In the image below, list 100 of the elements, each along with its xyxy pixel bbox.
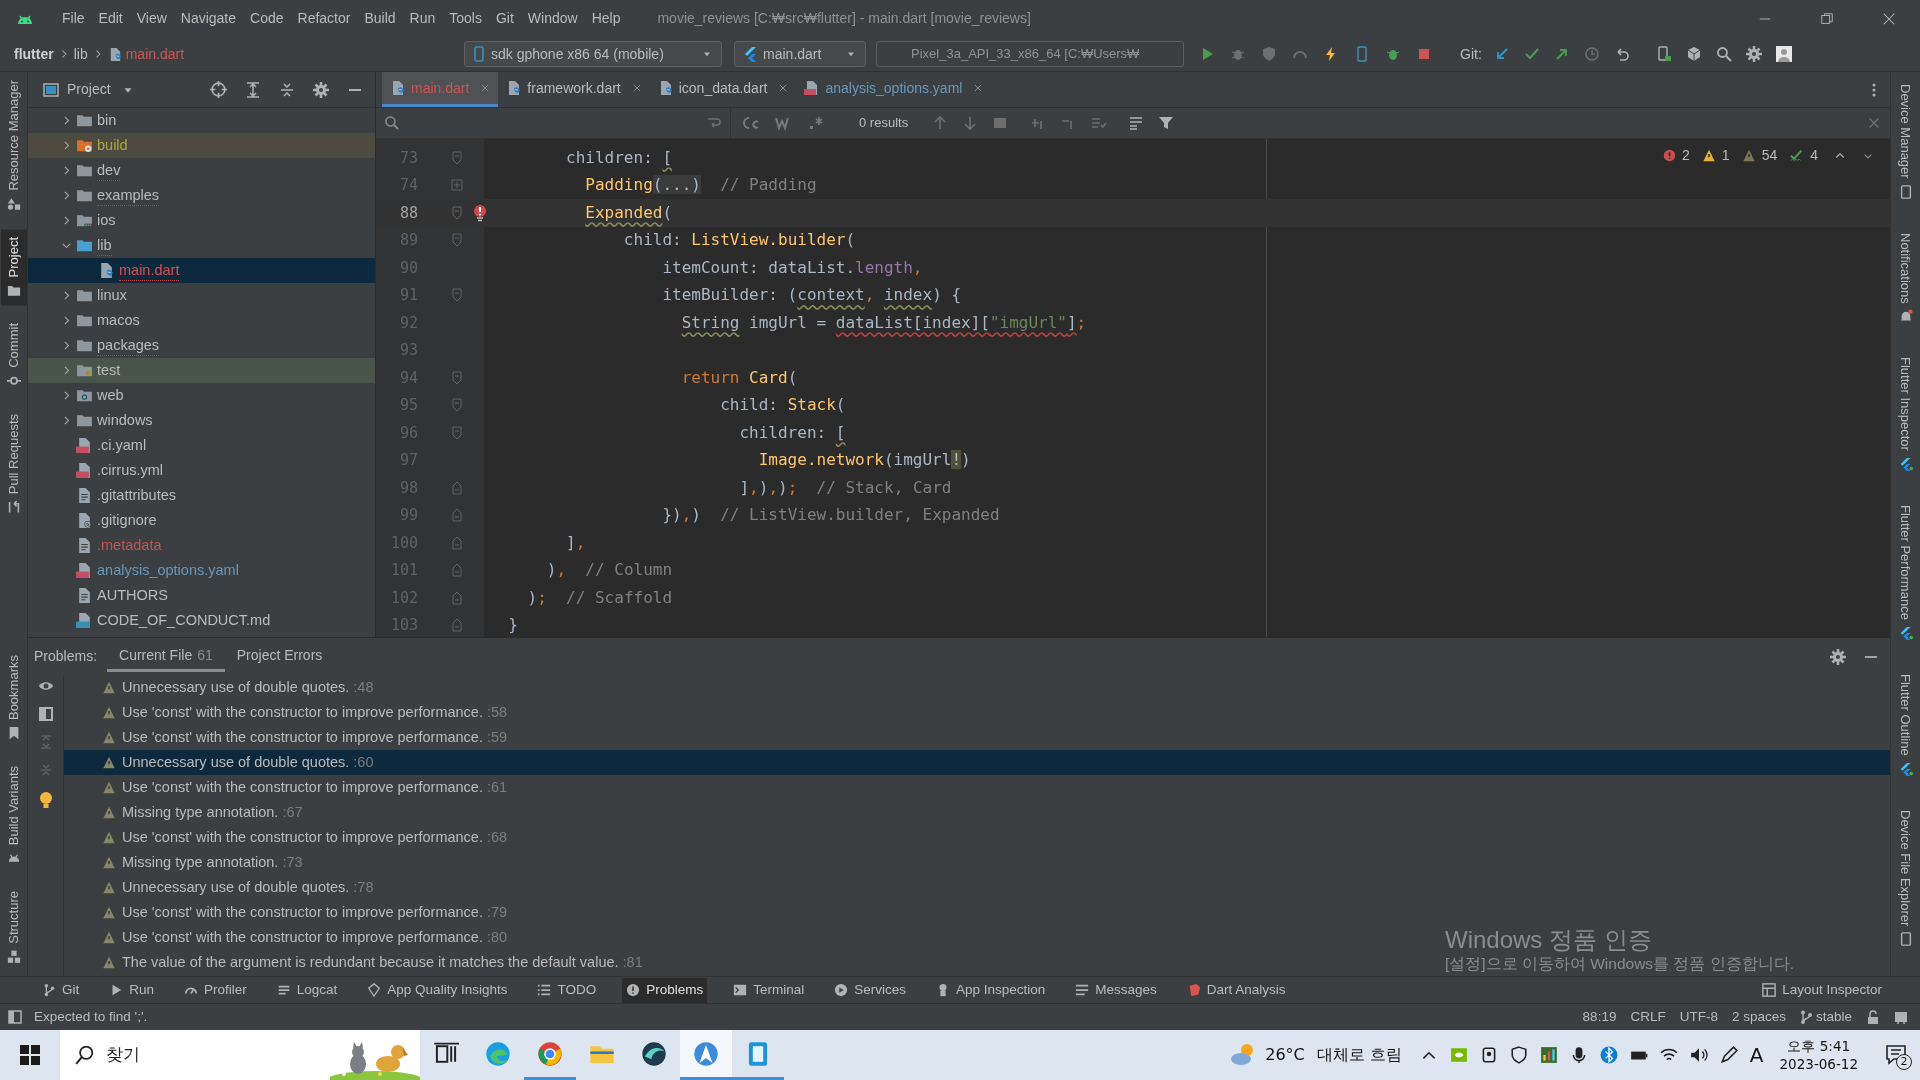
- tool-window-tab[interactable]: Flutter Performance: [1892, 497, 1919, 649]
- panel-toggle-icon[interactable]: [8, 1010, 22, 1024]
- tool-window-tab[interactable]: Device File Explorer: [1892, 801, 1919, 955]
- menu-item[interactable]: Run: [402, 8, 443, 29]
- menu-item[interactable]: View: [129, 8, 174, 29]
- tool-window-tab[interactable]: Commit: [0, 315, 27, 396]
- lock-icon[interactable]: [1866, 1010, 1880, 1024]
- tool-window-tab[interactable]: Flutter Outline: [1892, 666, 1919, 784]
- tree-item[interactable]: packages: [28, 333, 375, 358]
- fold-icon[interactable]: [451, 535, 463, 550]
- menu-item[interactable]: Help: [584, 8, 628, 29]
- close-icon[interactable]: [973, 83, 984, 93]
- tree-item[interactable]: bin: [28, 108, 375, 133]
- tool-window-tab[interactable]: Build Variants: [0, 758, 27, 874]
- emulator-field[interactable]: Pixel_3a_API_33_x86_64 [C:₩Users₩: [876, 41, 1185, 67]
- panel-title[interactable]: Project: [67, 79, 111, 100]
- tree-item[interactable]: lib: [28, 233, 375, 258]
- tree-item[interactable]: AUTHORS: [28, 583, 375, 608]
- filter-icon[interactable]: [1158, 115, 1175, 131]
- indent-setting[interactable]: 2 spaces: [1731, 1006, 1786, 1028]
- tool-window-tab[interactable]: Project: [0, 228, 27, 306]
- fold-icon[interactable]: [451, 480, 463, 495]
- problem-row[interactable]: Missing type annotation. :73: [102, 850, 303, 875]
- tree-item[interactable]: examples: [28, 183, 375, 208]
- warning-icon[interactable]: [1701, 149, 1716, 162]
- fold-icon[interactable]: [451, 590, 463, 605]
- editor-tab[interactable]: analysis_options.yaml: [796, 72, 992, 107]
- tree-item[interactable]: .gitignore: [28, 508, 375, 533]
- fold-icon[interactable]: [451, 233, 463, 248]
- tool-window-button[interactable]: App Quality Insights: [363, 977, 512, 1003]
- crosshair-icon[interactable]: [210, 81, 227, 98]
- problem-row[interactable]: Unnecessary use of double quotes. :60: [102, 750, 374, 775]
- collapse-all-icon[interactable]: [279, 81, 295, 98]
- menu-item[interactable]: Window: [520, 8, 585, 29]
- editor-tab[interactable]: framework.dart: [498, 72, 650, 107]
- tool-window-tab[interactable]: Flutter Inspector: [1892, 349, 1919, 480]
- more-icon[interactable]: [1872, 81, 1876, 98]
- menu-item[interactable]: Tools: [442, 8, 489, 29]
- avatar-icon[interactable]: [1775, 46, 1792, 62]
- tool-window-button[interactable]: Logcat: [272, 977, 342, 1003]
- problem-row[interactable]: Use 'const' with the constructor to improve performance. :79: [102, 900, 508, 925]
- fold-icon[interactable]: [451, 398, 463, 413]
- notification-button[interactable]: 2: [1878, 1030, 1914, 1080]
- tool-window-button[interactable]: Git: [38, 977, 84, 1003]
- fold-icon[interactable]: [451, 508, 463, 523]
- tree-item[interactable]: linux: [28, 283, 375, 308]
- menu-item[interactable]: Build: [357, 8, 403, 29]
- problem-row[interactable]: Use 'const' with the constructor to improve performance. :59: [102, 725, 508, 750]
- menu-item[interactable]: Navigate: [173, 8, 244, 29]
- menu-item[interactable]: Code: [243, 8, 291, 29]
- lightbulb-icon[interactable]: [38, 791, 53, 809]
- gpu-icon[interactable]: [1449, 1046, 1468, 1064]
- fold-icon[interactable]: [451, 618, 463, 633]
- tree-item[interactable]: ios: [28, 208, 375, 233]
- fold-icon[interactable]: [451, 563, 463, 578]
- select-occurrences-icon[interactable]: [1090, 115, 1107, 131]
- settings-icon[interactable]: [1830, 648, 1846, 665]
- menu-item[interactable]: Refactor: [290, 8, 358, 29]
- weak-warning-count[interactable]: 54: [1761, 145, 1778, 166]
- tool-window-button[interactable]: Dart Analysis: [1182, 977, 1290, 1003]
- problem-row[interactable]: Use 'const' with the constructor to improve performance. :61: [102, 775, 508, 800]
- tool-window-button[interactable]: App Inspection: [932, 977, 1050, 1003]
- arrow-down-icon[interactable]: [962, 115, 979, 131]
- phone-icon[interactable]: [1655, 46, 1672, 62]
- tool-window-button[interactable]: Services: [830, 977, 910, 1003]
- tool-window-tab[interactable]: Structure: [0, 883, 27, 972]
- problems-tab[interactable]: Current File 61: [107, 641, 225, 672]
- caret-position[interactable]: 88:19: [1582, 1006, 1617, 1028]
- tool-window-button[interactable]: Terminal: [729, 977, 809, 1003]
- weather-widget[interactable]: 26°C 대체로 흐림: [1229, 1042, 1402, 1068]
- cube-icon[interactable]: [1685, 46, 1702, 62]
- filter-lines-icon[interactable]: [1128, 115, 1145, 131]
- close-icon[interactable]: [1882, 11, 1896, 26]
- tool-window-tab[interactable]: Resource Manager: [0, 72, 27, 219]
- tool-window-button[interactable]: Problems: [622, 977, 708, 1003]
- breadcrumb-item[interactable]: flutter: [14, 43, 54, 65]
- tree-item[interactable]: CODE_OF_CONDUCT.md: [28, 608, 375, 633]
- spell-check-icon[interactable]: [1789, 149, 1805, 162]
- tool-window-tab[interactable]: Device Manager: [1892, 76, 1919, 207]
- fold-icon[interactable]: [451, 425, 463, 440]
- speaker-icon[interactable]: [1689, 1046, 1708, 1064]
- pen-icon[interactable]: [1719, 1046, 1738, 1064]
- layout-inspector-button[interactable]: Layout Inspector: [1762, 979, 1882, 1001]
- tool-window-button[interactable]: TODO: [533, 977, 601, 1003]
- problem-row[interactable]: Unnecessary use of double quotes. :48: [102, 675, 374, 700]
- case-icon[interactable]: [743, 115, 761, 131]
- problem-row[interactable]: Use 'const' with the constructor to improve performance. :68: [102, 825, 508, 850]
- warning-icon[interactable]: [1741, 149, 1756, 162]
- menu-item[interactable]: Git: [488, 8, 521, 29]
- problem-row[interactable]: Unnecessary use of double quotes. :78: [102, 875, 374, 900]
- search-icon[interactable]: [1715, 46, 1732, 62]
- clock-icon[interactable]: [1583, 46, 1600, 62]
- preview-icon[interactable]: [38, 707, 53, 721]
- shield-icon[interactable]: [1509, 1046, 1528, 1064]
- fold-icon[interactable]: [451, 205, 463, 220]
- tool-window-tab[interactable]: Bookmarks: [0, 646, 27, 748]
- flutter-channel[interactable]: stable: [1799, 1006, 1852, 1028]
- chart-app-icon[interactable]: [1539, 1046, 1558, 1064]
- restore-icon[interactable]: [1820, 11, 1834, 26]
- tree-item[interactable]: main.dart: [28, 258, 375, 283]
